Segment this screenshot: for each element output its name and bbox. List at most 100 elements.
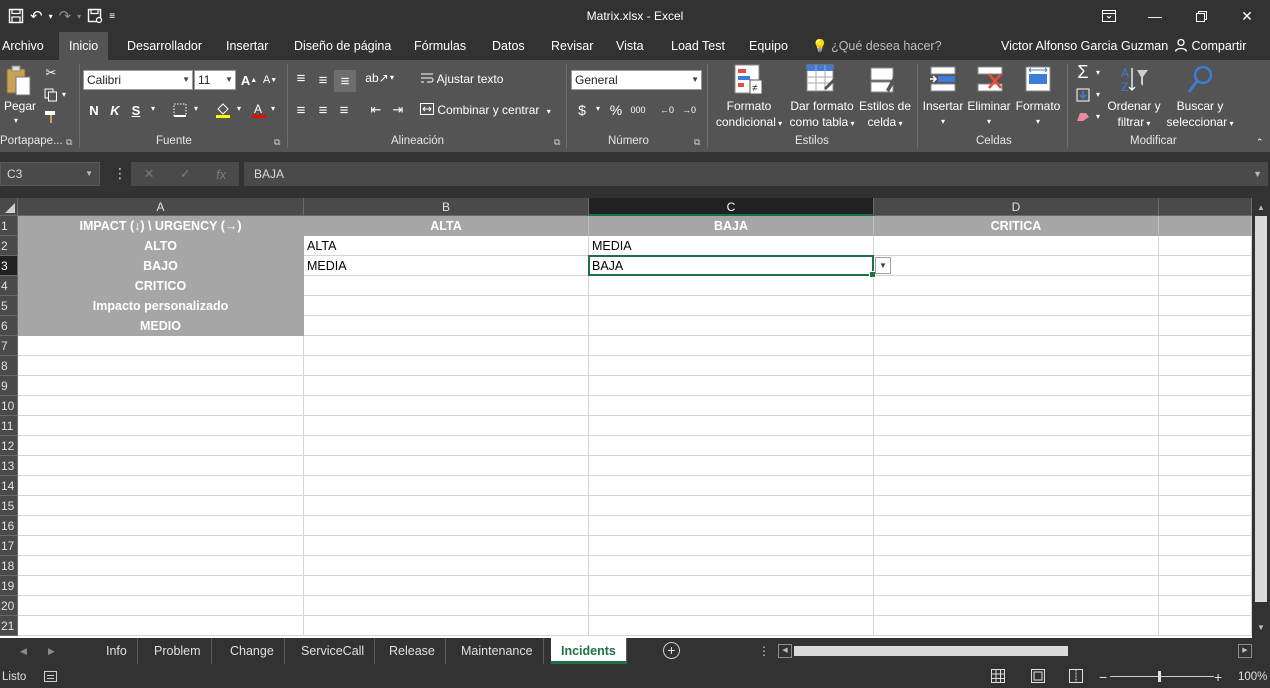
increase-indent-icon[interactable]: ⇥ bbox=[388, 100, 408, 120]
sheet-prev-icon[interactable]: ◀ bbox=[20, 638, 27, 664]
row-header-16[interactable]: 16 bbox=[0, 516, 18, 536]
cell-b1[interactable]: ALTA bbox=[304, 216, 589, 236]
cell-e19[interactable] bbox=[1159, 576, 1252, 596]
clear-icon[interactable] bbox=[1074, 108, 1092, 126]
cell-c18[interactable] bbox=[589, 556, 874, 576]
zoom-slider-thumb[interactable] bbox=[1158, 671, 1161, 682]
cell-d12[interactable] bbox=[874, 436, 1159, 456]
macro-recording-icon[interactable] bbox=[44, 671, 57, 682]
zoom-slider[interactable] bbox=[1110, 676, 1214, 677]
zoom-level[interactable]: 100% bbox=[1238, 666, 1267, 688]
tab-file[interactable]: Archivo bbox=[0, 32, 53, 60]
tab-review[interactable]: Revisar bbox=[542, 32, 602, 60]
underline-button[interactable]: S bbox=[128, 100, 144, 120]
sheet-tab-info[interactable]: Info bbox=[96, 638, 138, 664]
cell-e9[interactable] bbox=[1159, 376, 1252, 396]
cell-a8[interactable] bbox=[18, 356, 304, 376]
format-painter-icon[interactable] bbox=[42, 108, 60, 126]
borders-dropdown-icon[interactable]: ▾ bbox=[194, 104, 198, 113]
horizontal-scrollbar[interactable]: ◀ ▶ bbox=[778, 644, 1252, 658]
cell-a18[interactable] bbox=[18, 556, 304, 576]
sheet-tabs-more-icon[interactable]: ⋮ bbox=[758, 638, 770, 664]
row-header-14[interactable]: 14 bbox=[0, 476, 18, 496]
orientation-dropdown-icon[interactable]: ▾ bbox=[390, 73, 394, 82]
cell-c13[interactable] bbox=[589, 456, 874, 476]
cell-c1[interactable]: BAJA bbox=[589, 216, 874, 236]
insert-cells-icon[interactable] bbox=[928, 64, 958, 96]
font-size-combo[interactable]: 11 ▼ bbox=[194, 70, 236, 90]
align-left-icon[interactable]: ≡ bbox=[291, 100, 311, 120]
cell-a12[interactable] bbox=[18, 436, 304, 456]
format-cells-label[interactable]: Formato ▾ bbox=[1014, 98, 1062, 130]
tab-home[interactable]: Inicio bbox=[59, 32, 109, 60]
cell-a14[interactable] bbox=[18, 476, 304, 496]
row-header-5[interactable]: 5 bbox=[0, 296, 18, 316]
row-header-8[interactable]: 8 bbox=[0, 356, 18, 376]
tab-data[interactable]: Datos bbox=[483, 32, 534, 60]
cell-a10[interactable] bbox=[18, 396, 304, 416]
scroll-right-icon[interactable]: ▶ bbox=[1238, 644, 1252, 658]
copy-icon[interactable] bbox=[42, 86, 60, 104]
italic-button[interactable]: K bbox=[107, 100, 123, 120]
cell-e17[interactable] bbox=[1159, 536, 1252, 556]
cell-e20[interactable] bbox=[1159, 596, 1252, 616]
cell-a21[interactable] bbox=[18, 616, 304, 636]
delete-cells-icon[interactable] bbox=[975, 64, 1005, 96]
cell-c4[interactable] bbox=[589, 276, 874, 296]
scroll-left-icon[interactable]: ◀ bbox=[778, 644, 792, 658]
vertical-scroll-thumb[interactable] bbox=[1255, 216, 1267, 602]
cut-icon[interactable]: ✂ bbox=[42, 64, 60, 82]
confirm-entry-icon[interactable]: ✓ bbox=[180, 166, 191, 182]
row-header-1[interactable]: 1 bbox=[0, 216, 18, 236]
cell-e21[interactable] bbox=[1159, 616, 1252, 636]
share-button[interactable]: Compartir bbox=[1174, 32, 1246, 60]
sheet-tab-change[interactable]: Change bbox=[220, 638, 285, 664]
tab-insert[interactable]: Insertar bbox=[217, 32, 277, 60]
sheet-tab-incidents[interactable]: Incidents bbox=[551, 638, 627, 664]
cell-a1[interactable]: IMPACT (↓) \ URGENCY (→) bbox=[18, 216, 304, 236]
horizontal-scroll-thumb[interactable] bbox=[794, 646, 1068, 656]
cell-e4[interactable] bbox=[1159, 276, 1252, 296]
increase-decimal-icon[interactable]: ←0 bbox=[658, 100, 676, 120]
cell-d13[interactable] bbox=[874, 456, 1159, 476]
row-header-9[interactable]: 9 bbox=[0, 376, 18, 396]
cell-e15[interactable] bbox=[1159, 496, 1252, 516]
cell-b7[interactable] bbox=[304, 336, 589, 356]
cell-a6[interactable]: MEDIO bbox=[18, 316, 304, 336]
cell-b19[interactable] bbox=[304, 576, 589, 596]
cell-d16[interactable] bbox=[874, 516, 1159, 536]
cell-a17[interactable] bbox=[18, 536, 304, 556]
insert-function-icon[interactable]: fx bbox=[216, 167, 226, 182]
cell-e11[interactable] bbox=[1159, 416, 1252, 436]
borders-icon[interactable] bbox=[171, 100, 189, 120]
select-all-icon[interactable] bbox=[0, 198, 18, 216]
cell-b13[interactable] bbox=[304, 456, 589, 476]
cell-d3[interactable] bbox=[874, 256, 1159, 276]
clear-dropdown-icon[interactable]: ▾ bbox=[1096, 112, 1100, 121]
cell-e3[interactable] bbox=[1159, 256, 1252, 276]
ribbon-display-options-icon[interactable] bbox=[1086, 0, 1132, 32]
column-header-c[interactable]: C bbox=[589, 198, 874, 216]
sheet-tab-problem[interactable]: Problem bbox=[144, 638, 212, 664]
cell-b21[interactable] bbox=[304, 616, 589, 636]
currency-button[interactable]: $ bbox=[574, 100, 590, 120]
tab-load-test[interactable]: Load Test bbox=[662, 32, 734, 60]
decrease-font-icon[interactable]: A ▼ bbox=[262, 70, 278, 90]
cell-c21[interactable] bbox=[589, 616, 874, 636]
cell-e7[interactable] bbox=[1159, 336, 1252, 356]
row-header-10[interactable]: 10 bbox=[0, 396, 18, 416]
cell-d8[interactable] bbox=[874, 356, 1159, 376]
cell-b20[interactable] bbox=[304, 596, 589, 616]
autosum-dropdown-icon[interactable]: ▾ bbox=[1096, 68, 1100, 77]
align-center-icon[interactable]: ≡ bbox=[313, 100, 333, 120]
row-header-11[interactable]: 11 bbox=[0, 416, 18, 436]
cell-e8[interactable] bbox=[1159, 356, 1252, 376]
cell-e6[interactable] bbox=[1159, 316, 1252, 336]
currency-dropdown-icon[interactable]: ▾ bbox=[596, 104, 600, 113]
alignment-launcher-icon[interactable]: ⧉ bbox=[554, 137, 560, 148]
cell-d21[interactable] bbox=[874, 616, 1159, 636]
cell-b2[interactable]: ALTA bbox=[304, 236, 589, 256]
vertical-scrollbar[interactable]: ▲ ▼ bbox=[1252, 198, 1270, 638]
row-header-18[interactable]: 18 bbox=[0, 556, 18, 576]
fill-color-icon[interactable] bbox=[213, 100, 233, 120]
